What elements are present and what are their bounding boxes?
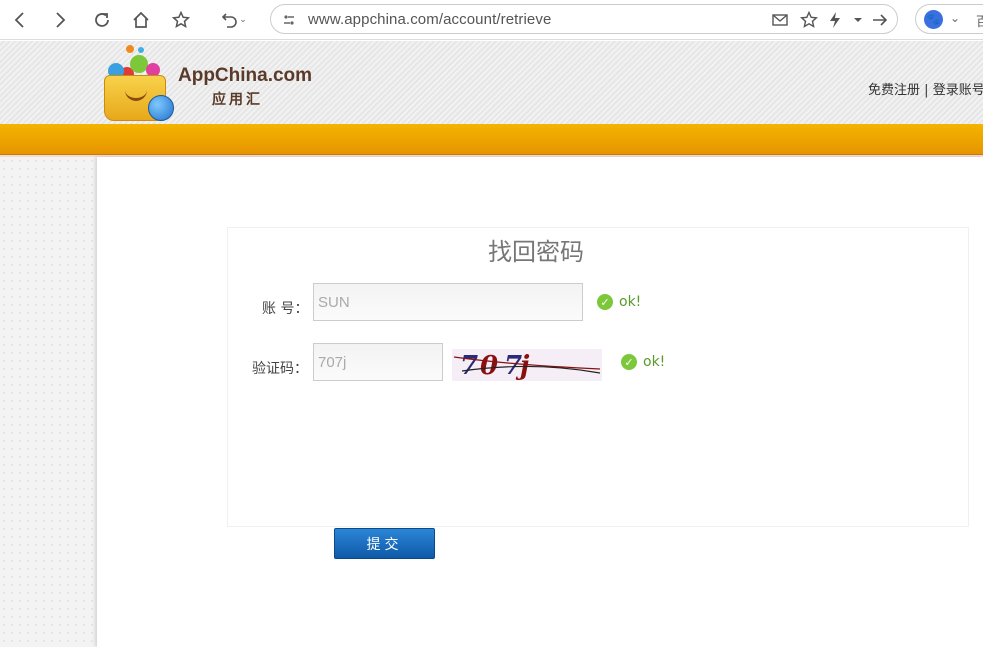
address-bar[interactable]: www.appchina.com/account/retrieve xyxy=(270,4,898,34)
account-ok-status: ✓ ok! xyxy=(597,294,641,310)
submit-button[interactable]: 提交 xyxy=(334,528,435,559)
captcha-ok-status: ✓ ok! xyxy=(621,354,665,370)
account-ok-text: ok! xyxy=(619,294,642,310)
logo-text: AppChina.com xyxy=(178,65,313,86)
paw-icon: 🐾 xyxy=(924,10,943,29)
captcha-ok-text: ok! xyxy=(643,354,666,370)
register-link[interactable]: 免费注册 xyxy=(868,83,920,98)
appchina-logo[interactable]: AppChina.com 应用汇 xyxy=(100,45,320,123)
bookmark-star-icon[interactable] xyxy=(167,6,195,34)
search-engine-selector[interactable]: 🐾 ⌄ 百 xyxy=(915,4,983,34)
check-icon: ✓ xyxy=(597,294,613,310)
link-separator: | xyxy=(924,83,929,98)
header-links: 免费注册 | 登录账号 xyxy=(868,79,983,98)
reload-icon[interactable] xyxy=(88,6,116,34)
captcha-input[interactable] xyxy=(313,343,443,381)
back-icon[interactable] xyxy=(6,6,34,34)
account-label: 账 号： xyxy=(262,301,309,317)
login-link[interactable]: 登录账号 xyxy=(933,83,983,98)
captcha-noise-lines xyxy=(453,356,601,374)
browser-toolbar: ⌄ www.appchina.com/account/retrieve 🐾 ⌄ … xyxy=(0,0,983,40)
forward-icon[interactable] xyxy=(46,6,74,34)
site-header: AppChina.com 应用汇 免费注册 | 登录账号 xyxy=(0,41,983,124)
orange-nav-band xyxy=(0,124,983,157)
account-input[interactable] xyxy=(313,283,583,321)
favorite-star-icon[interactable] xyxy=(800,11,818,29)
search-engine-label: 百 xyxy=(976,15,983,30)
check-icon: ✓ xyxy=(621,354,637,370)
go-arrow-icon[interactable] xyxy=(871,11,889,29)
page-title: 找回密码 xyxy=(488,238,584,266)
captcha-label: 验证码： xyxy=(252,361,308,377)
logo-chinese-text: 应用汇 xyxy=(212,92,263,108)
logo-ball-orange xyxy=(126,45,134,53)
lightning-icon[interactable] xyxy=(826,11,844,29)
mail-icon[interactable] xyxy=(771,11,789,29)
chevron-down-icon: ⌄ xyxy=(950,11,961,25)
logo-smiley-icon xyxy=(148,95,174,121)
undo-history-icon[interactable]: ⌄ xyxy=(214,6,254,34)
dropdown-arrow-icon[interactable] xyxy=(849,11,867,29)
home-icon[interactable] xyxy=(127,6,155,34)
logo-ball-cyan xyxy=(138,47,144,53)
left-gutter xyxy=(0,157,97,647)
logo-smile xyxy=(125,90,147,101)
site-info-icon[interactable] xyxy=(281,12,297,28)
url-text[interactable]: www.appchina.com/account/retrieve xyxy=(308,11,551,28)
captcha-image[interactable]: 7 0 7 j xyxy=(452,349,602,381)
